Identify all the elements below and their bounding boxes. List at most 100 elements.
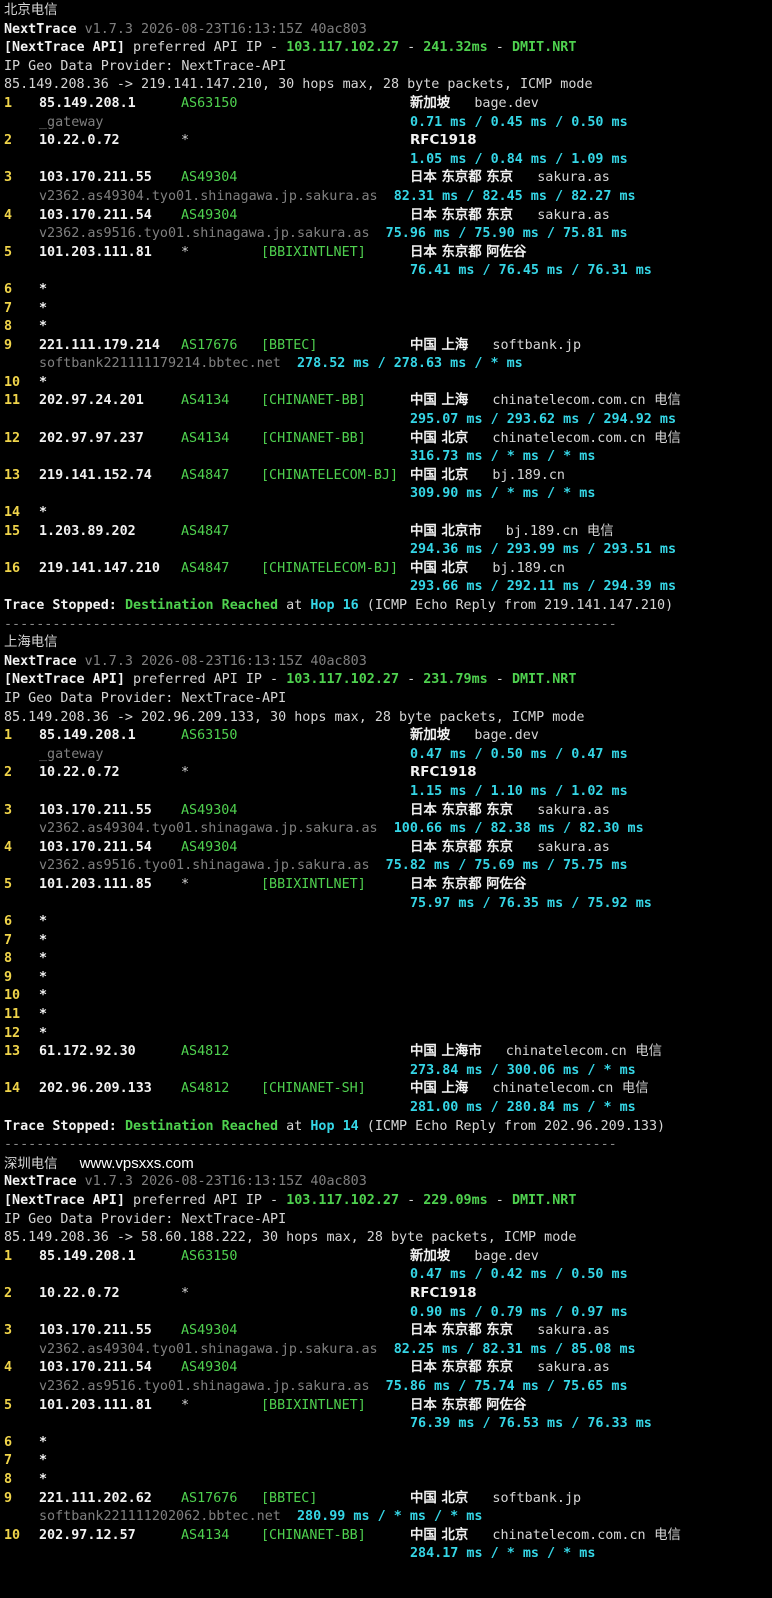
hop-geo: 日本 东京都 东京 <box>410 839 514 855</box>
hop-rtt: 0.47 ms / 0.50 ms / 0.47 ms <box>410 746 628 762</box>
hop-row: 4 103.170.211.54 AS49304 日本 东京都 东京 sakura.a… <box>4 839 772 858</box>
hop-detail: 76.39 ms / 76.53 ms / 76.33 ms <box>4 1415 772 1434</box>
hop-detail: softbank221111202062.bbtec.net 280.99 ms… <box>4 1508 772 1527</box>
stop-at: at <box>278 1118 311 1134</box>
hop-tag: [CHINANET-BB] <box>261 430 366 446</box>
hop-geo: 日本 东京都 东京 <box>410 207 514 223</box>
version-info: v1.7.3 2026-08-23T16:13:15Z 40ac803 <box>76 1174 367 1190</box>
hop-row: 6 * <box>4 913 772 932</box>
hop-number: 13 <box>4 1044 21 1060</box>
hop-geo: 中国 上海市 <box>410 1044 482 1060</box>
hop-ptr: v2362.as9516.tyo01.shinagawa.jp.sakura.a… <box>39 1378 370 1394</box>
version-info: v1.7.3 2026-08-23T16:13:15Z 40ac803 <box>76 21 367 37</box>
hop-ptr: v2362.as49304.tyo01.shinagawa.jp.sakura.… <box>39 821 378 837</box>
hop-number: 5 <box>4 876 13 892</box>
hop-ip: 101.203.111.85 <box>39 876 152 892</box>
hop-timeout: * <box>39 281 48 297</box>
hop-tag: [BBIXINTLNET] <box>261 876 366 892</box>
hop-row: 3 103.170.211.55 AS49304 日本 东京都 东京 sakura.a… <box>4 802 772 821</box>
hop-asn: AS63150 <box>181 95 238 111</box>
hop-number: 10 <box>4 374 21 390</box>
hop-number: 12 <box>4 430 21 446</box>
stop-detail: (ICMP Echo Reply from 219.141.147.210) <box>358 598 674 613</box>
hop-detail: 309.90 ms / * ms / * ms <box>4 485 772 504</box>
hop-timeout: * <box>39 300 48 316</box>
hop-ip: 103.170.211.54 <box>39 839 152 855</box>
hop-number: 1 <box>4 728 13 744</box>
hop-timeout: * <box>39 1434 48 1450</box>
hop-geo: RFC1918 <box>410 133 477 149</box>
hop-detail: softbank221111179214.bbtec.net 278.52 ms… <box>4 355 772 374</box>
hop-rtt: 82.31 ms / 82.45 ms / 82.27 ms <box>377 188 636 204</box>
hop-number: 12 <box>4 1025 21 1041</box>
hop-host: bage.dev <box>450 1248 539 1264</box>
hop-geo: 日本 东京都 阿佐谷 <box>410 244 527 260</box>
hop-detail: v2362.as49304.tyo01.shinagawa.jp.sakura.… <box>4 1341 772 1360</box>
hop-ptr: softbank221111179214.bbtec.net <box>39 356 281 372</box>
geo-provider: IP Geo Data Provider: NextTrace-API <box>4 690 772 709</box>
api-line: [NextTrace API] preferred API IP - 103.1… <box>4 671 772 690</box>
hop-number: 6 <box>4 281 13 297</box>
hop-row: 11 * <box>4 1006 772 1025</box>
hop-geo: 日本 东京都 东京 <box>410 1360 514 1376</box>
hop-number: 9 <box>4 337 13 353</box>
hop-host: sakura.as <box>513 1323 610 1339</box>
hop-geo: 新加坡 <box>410 1248 451 1264</box>
hop-asn: * <box>181 1285 190 1301</box>
separator-text: ----------------------------------------… <box>4 1137 617 1153</box>
hop-number: 3 <box>4 170 13 186</box>
hop-isp: 电信 <box>645 393 681 409</box>
hop-detail: 0.47 ms / 0.42 ms / 0.50 ms <box>4 1266 772 1285</box>
hop-detail: 1.15 ms / 1.10 ms / 1.02 ms <box>4 783 772 802</box>
hop-row: 5 101.203.111.81 * [BBIXINTLNET] 日本 东京都 阿佐谷 <box>4 1397 772 1416</box>
hop-tag: [CHINATELECOM-BJ] <box>261 560 399 576</box>
hop-number: 5 <box>4 1397 13 1413</box>
hop-asn: * <box>181 765 190 781</box>
api-text: preferred API IP - <box>124 40 287 56</box>
hop-row: 2 10.22.0.72 * RFC1918 <box>4 1285 772 1304</box>
hop-number: 7 <box>4 300 13 316</box>
hop-rtt: 75.86 ms / 75.74 ms / 75.65 ms <box>369 1378 628 1394</box>
api-line: [NextTrace API] preferred API IP - 103.1… <box>4 39 772 58</box>
hop-isp: 电信 <box>645 430 681 446</box>
geo-provider: IP Geo Data Provider: NextTrace-API <box>4 58 772 77</box>
hop-geo: RFC1918 <box>410 1285 477 1301</box>
hop-timeout: * <box>39 505 48 521</box>
hop-ptr: v2362.as49304.tyo01.shinagawa.jp.sakura.… <box>39 188 378 204</box>
hop-geo: 中国 上海 <box>410 337 469 353</box>
hop-row: 15 1.203.89.202 AS4847 中国 北京市 bj.189.cn 电信 <box>4 523 772 542</box>
hop-number: 6 <box>4 914 13 930</box>
hop-timeout: * <box>39 1471 48 1487</box>
api-ip: 103.117.102.27 <box>286 672 400 688</box>
hop-number: 14 <box>4 1081 21 1097</box>
hop-detail: 316.73 ms / * ms / * ms <box>4 448 772 467</box>
api-node: DMIT.NRT <box>511 40 577 56</box>
hop-number: 1 <box>4 95 13 111</box>
hop-asn: AS17676 <box>181 337 238 353</box>
watermark-text: www.vpsxxs.com <box>79 1154 194 1172</box>
app-name: NextTrace <box>4 21 77 37</box>
hop-geo: 日本 东京都 阿佐谷 <box>410 1397 527 1413</box>
hop-asn: AS4134 <box>181 430 230 446</box>
hop-ip: 202.97.12.57 <box>39 1527 136 1543</box>
hop-tag: [CHINANET-BB] <box>261 1527 366 1543</box>
hop-rtt: 1.15 ms / 1.10 ms / 1.02 ms <box>410 783 628 799</box>
separator: ----------------------------------------… <box>4 1136 772 1155</box>
hop-number: 10 <box>4 988 21 1004</box>
hop-timeout: * <box>39 319 48 335</box>
hop-tag: [BBTEC] <box>261 1490 318 1506</box>
geo-provider-text: IP Geo Data Provider: NextTrace-API <box>4 1211 287 1227</box>
hop-ip: 103.170.211.55 <box>39 170 152 186</box>
hop-row: 11 202.97.24.201 AS4134 [CHINANET-BB] 中国 上海 … <box>4 392 772 411</box>
hop-ip: 103.170.211.55 <box>39 802 152 818</box>
api-dash: - <box>399 1193 424 1208</box>
hop-row: 14 202.96.209.133 AS4812 [CHINANET-SH] 中国 上海… <box>4 1080 772 1099</box>
hop-host: bage.dev <box>450 728 539 744</box>
hop-row: 16 219.141.147.210 AS4847 [CHINATELECOM-BJ]… <box>4 560 772 579</box>
hop-row: 3 103.170.211.55 AS49304 日本 东京都 东京 sakura.a… <box>4 1322 772 1341</box>
api-latency: 241.32ms <box>423 40 488 56</box>
hop-number: 8 <box>4 319 13 335</box>
hop-geo: 新加坡 <box>410 728 451 744</box>
hop-ip: 221.111.179.214 <box>39 337 160 353</box>
hop-geo: 新加坡 <box>410 95 451 111</box>
